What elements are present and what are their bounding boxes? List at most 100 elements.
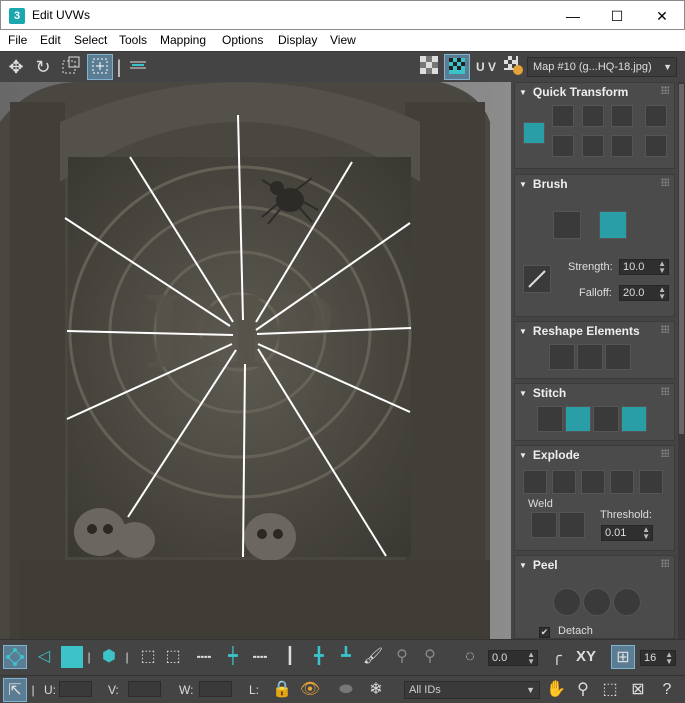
soft-selection-spinner[interactable]: 0.0 ▲ ▼ [488, 650, 538, 666]
close-button[interactable]: ✕ [639, 1, 685, 31]
mirror-icon[interactable] [125, 54, 151, 80]
paint-move-icon[interactable] [553, 211, 581, 239]
ring-shrink-icon[interactable]: ┻ [334, 645, 358, 669]
loop-shrink-icon[interactable]: ╍╍ [248, 645, 272, 669]
threshold-spinner[interactable]: 0.01 ▲ ▼ [601, 525, 653, 541]
u-coordinate-field[interactable] [59, 681, 92, 697]
w-coordinate-field[interactable] [199, 681, 232, 697]
menu-display[interactable]: Display [278, 33, 317, 47]
relax-brush-icon[interactable] [599, 211, 627, 239]
menu-tools[interactable]: Tools [119, 33, 147, 47]
stitch-header[interactable]: ▼ Stitch [519, 386, 566, 400]
menu-options[interactable]: Options [222, 33, 263, 47]
loop-grow-icon[interactable]: ┿ [221, 645, 245, 669]
grip-icon[interactable] [661, 178, 669, 186]
uv-canvas[interactable]: RIP [0, 82, 511, 639]
quick-transform-header[interactable]: ▼ Quick Transform [519, 85, 628, 99]
falloff-type-icon[interactable]: ╭ [545, 645, 569, 669]
v-coordinate-field[interactable] [128, 681, 161, 697]
detach-edge-icon[interactable] [552, 470, 576, 494]
texture-checker-icon[interactable] [444, 54, 470, 80]
freeze-icon[interactable]: ❄ [364, 678, 388, 702]
align-horizontal-icon[interactable] [552, 105, 574, 127]
explode-by-material-icon[interactable] [610, 470, 634, 494]
weld-all-selected-icon[interactable] [559, 512, 585, 538]
show-hidden-icon[interactable]: 👁 [298, 678, 322, 702]
uv-toggle[interactable]: U V [472, 54, 500, 80]
zoom-icon[interactable]: ⚲ [571, 678, 595, 702]
scale-icon[interactable] [58, 54, 84, 80]
pan-icon[interactable]: ✋ [544, 678, 568, 702]
grow-selection-icon[interactable]: ⬚ [136, 645, 160, 669]
zoom-region-icon[interactable]: ⬚ [598, 678, 622, 702]
grip-icon[interactable] [661, 449, 669, 457]
stitch-custom-icon[interactable] [537, 406, 563, 432]
falloff-space-toggle[interactable]: XY [573, 645, 599, 669]
uv-viewport[interactable]: RIP [0, 82, 511, 639]
falloff-curve-icon[interactable] [523, 265, 551, 293]
detach-checkbox[interactable]: ✔ [539, 627, 550, 638]
flatten-icon[interactable] [605, 344, 631, 370]
explode-by-smoothing-icon[interactable] [581, 470, 605, 494]
element-mode-icon[interactable]: ⬢ [97, 645, 121, 669]
peel-header[interactable]: ▼ Peel [519, 558, 558, 572]
freeform-icon[interactable] [87, 54, 113, 80]
menu-mapping[interactable]: Mapping [160, 33, 206, 47]
reshape-elements-header[interactable]: ▼ Reshape Elements [519, 324, 640, 338]
menu-select[interactable]: Select [74, 33, 107, 47]
absolute-offset-icon[interactable]: ⇱ [3, 678, 27, 702]
menu-edit[interactable]: Edit [40, 33, 61, 47]
stitch-average-icon[interactable] [593, 406, 619, 432]
panel-scrollbar[interactable] [678, 82, 685, 639]
shrink-selection-icon[interactable]: ⬚ [161, 645, 185, 669]
brush-header[interactable]: ▼ Brush [519, 177, 568, 191]
maximize-button[interactable]: ☐ [594, 1, 640, 31]
weld-selected-icon[interactable] [531, 512, 557, 538]
align-vertical-icon[interactable] [582, 105, 604, 127]
scrollbar-thumb[interactable] [679, 84, 684, 434]
ring-select-icon[interactable]: ┃ [278, 645, 302, 669]
map-dropdown[interactable]: Map #10 (g...HQ-18.jpg) ▼ [527, 57, 677, 77]
relax-icon[interactable] [577, 344, 603, 370]
falloff-spinner[interactable]: 20.0 ▲ ▼ [619, 285, 669, 301]
rotate-ccw-icon[interactable] [611, 105, 633, 127]
set-pivot-icon[interactable] [523, 122, 545, 144]
soft-selection-icon[interactable]: ◌ [456, 645, 484, 669]
menu-view[interactable]: View [330, 33, 356, 47]
explode-header[interactable]: ▼ Explode [519, 448, 580, 462]
grip-icon[interactable] [661, 387, 669, 395]
lock-icon[interactable]: 🔒 [270, 678, 294, 702]
zoom-extents-icon[interactable]: ⊠ [626, 678, 650, 702]
stitch-to-target-icon[interactable] [565, 406, 591, 432]
grip-icon[interactable] [661, 559, 669, 567]
minimize-button[interactable]: — [550, 1, 596, 31]
rotate-cw-icon[interactable] [611, 135, 633, 157]
grip-icon[interactable] [661, 325, 669, 333]
help-icon[interactable]: ? [655, 678, 679, 702]
paint-shrink-icon[interactable]: ⚲ [418, 645, 442, 669]
checker-icon[interactable] [416, 54, 442, 80]
reset-peel-icon[interactable] [613, 588, 641, 616]
loop-select-icon[interactable]: ╍╍ [192, 645, 216, 669]
quick-peel-icon[interactable] [553, 588, 581, 616]
grip-icon[interactable] [661, 86, 669, 94]
hide-icon[interactable]: ⬬ [334, 678, 358, 702]
rotate-icon[interactable]: ↻ [30, 54, 56, 80]
straighten-icon[interactable] [549, 344, 575, 370]
flip-horizontal-icon[interactable] [645, 105, 667, 127]
flip-vertical-icon[interactable] [645, 135, 667, 157]
peel-mode-icon[interactable] [583, 588, 611, 616]
strength-spinner[interactable]: 10.0 ▲ ▼ [619, 259, 669, 275]
paint-grow-icon[interactable]: ⚲ [390, 645, 414, 669]
space-horizontal-icon[interactable] [552, 135, 574, 157]
snap-spinner[interactable]: 16 ▲ ▼ [640, 650, 676, 666]
edge-mode-icon[interactable]: ◁ [32, 645, 56, 669]
map-settings-icon[interactable] [500, 54, 526, 80]
align-to-edge-icon[interactable] [582, 135, 604, 157]
ring-grow-icon[interactable]: ╋ [307, 645, 331, 669]
break-icon[interactable] [523, 470, 547, 494]
stitch-to-source-icon[interactable] [621, 406, 647, 432]
move-icon[interactable]: ✥ [3, 54, 29, 80]
vertex-mode-icon[interactable] [3, 645, 27, 669]
menu-file[interactable]: File [8, 33, 27, 47]
